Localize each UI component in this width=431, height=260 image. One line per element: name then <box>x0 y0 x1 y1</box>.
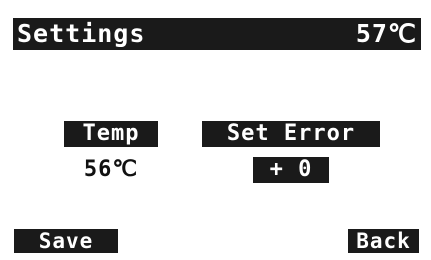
set-error-value[interactable]: + 0 <box>253 157 329 183</box>
temp-label[interactable]: Temp <box>64 121 158 147</box>
current-temperature: 57℃ <box>355 19 417 48</box>
temp-value: 56℃ <box>83 157 139 182</box>
set-error-label[interactable]: Set Error <box>202 121 380 147</box>
save-button[interactable]: Save <box>14 229 118 253</box>
back-button[interactable]: Back <box>348 229 419 253</box>
device-screen: Settings 57℃ Temp Set Error 56℃ + 0 Save… <box>0 0 431 260</box>
title-bar: Settings 57℃ <box>13 18 421 50</box>
page-title: Settings <box>17 19 146 48</box>
